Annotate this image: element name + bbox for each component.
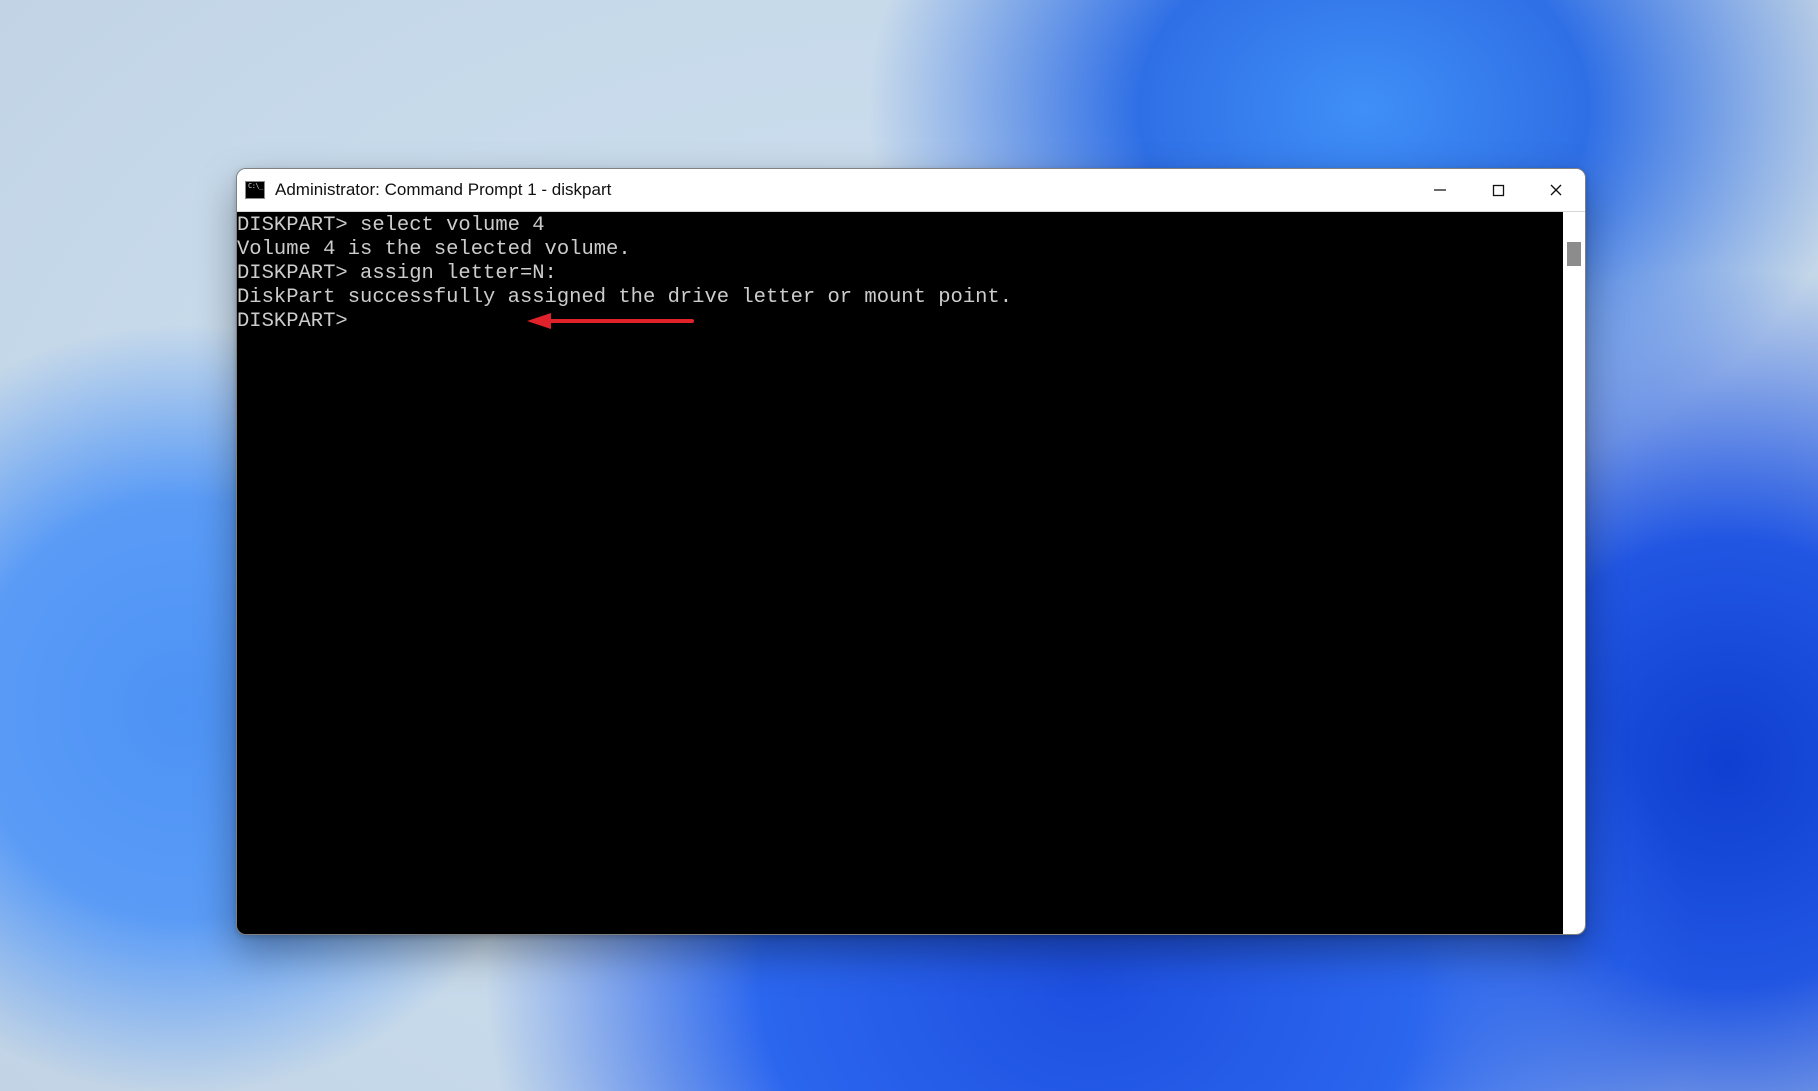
- titlebar[interactable]: Administrator: Command Prompt 1 - diskpa…: [237, 169, 1585, 212]
- terminal-output-line: DiskPart successfully assigned the drive…: [237, 286, 1563, 310]
- terminal-area: DISKPART> select volume 4Volume 4 is the…: [237, 212, 1585, 935]
- window-controls: [1411, 169, 1585, 211]
- terminal-output-line: Volume 4 is the selected volume.: [237, 238, 1563, 262]
- close-button[interactable]: [1527, 169, 1585, 211]
- scrollbar-thumb[interactable]: [1567, 242, 1581, 266]
- maximize-icon: [1492, 184, 1505, 197]
- command-prompt-window: Administrator: Command Prompt 1 - diskpa…: [236, 168, 1586, 935]
- terminal-prompt-line: DISKPART>: [237, 310, 1563, 334]
- close-icon: [1549, 183, 1563, 197]
- window-title: Administrator: Command Prompt 1 - diskpa…: [275, 180, 611, 200]
- minimize-button[interactable]: [1411, 169, 1469, 211]
- maximize-button[interactable]: [1469, 169, 1527, 211]
- vertical-scrollbar[interactable]: [1563, 212, 1585, 935]
- minimize-icon: [1433, 183, 1447, 197]
- terminal-prompt-line: DISKPART> assign letter=N:: [237, 262, 1563, 286]
- cmd-app-icon: [245, 181, 265, 199]
- terminal-prompt-line: DISKPART> select volume 4: [237, 214, 1563, 238]
- terminal-output[interactable]: DISKPART> select volume 4Volume 4 is the…: [237, 212, 1563, 935]
- arrow-annotation-icon: [527, 310, 697, 332]
